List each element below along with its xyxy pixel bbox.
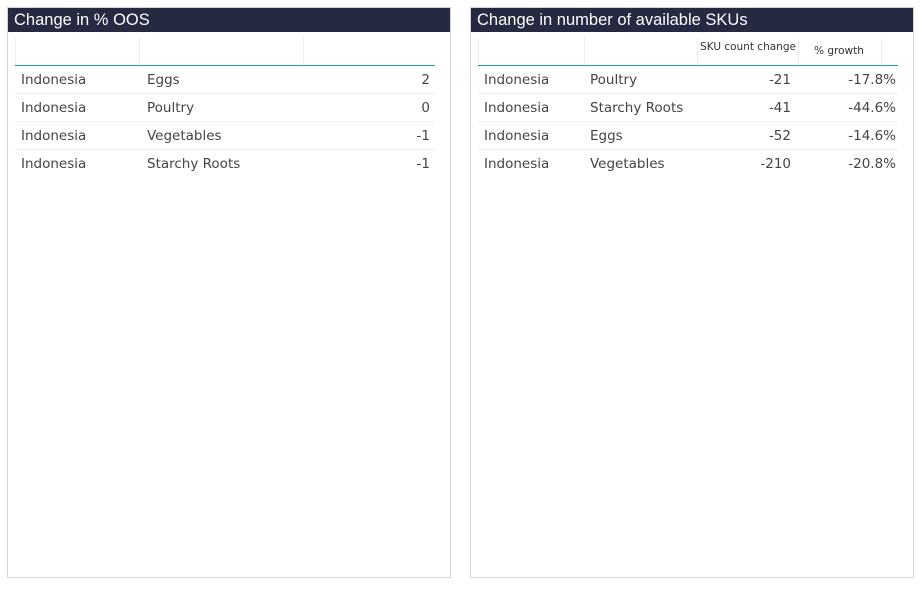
- category-cell: Poultry: [590, 72, 638, 88]
- country-cell: Indonesia: [21, 100, 87, 116]
- oos-table-header: [15, 38, 435, 66]
- category-cell: Eggs: [590, 128, 623, 144]
- growth-header[interactable]: % growth: [800, 44, 878, 59]
- sku-table: SKU count change % growth Indonesia Poul…: [478, 38, 898, 177]
- table-row[interactable]: Indonesia Poultry 0: [15, 94, 435, 122]
- sku-table-header: SKU count change % growth: [478, 38, 898, 66]
- country-cell: Indonesia: [484, 156, 550, 172]
- value-cell: -1: [416, 156, 430, 172]
- sku-change-cell: -41: [768, 100, 791, 116]
- country-cell: Indonesia: [484, 100, 550, 116]
- column-separator: [303, 38, 304, 65]
- table-row[interactable]: Indonesia Eggs 2: [15, 66, 435, 94]
- table-row[interactable]: Indonesia Starchy Roots -41 -44.6%: [478, 94, 898, 122]
- sku-change-cell: -52: [768, 128, 791, 144]
- category-cell: Eggs: [147, 72, 180, 88]
- growth-cell: -20.8%: [848, 156, 896, 172]
- column-separator: [139, 38, 140, 65]
- country-cell: Indonesia: [21, 128, 87, 144]
- sku-change-cell: -210: [760, 156, 791, 172]
- column-separator: [798, 38, 799, 65]
- oos-change-panel: Change in % OOS Indonesia Eggs 2 Indones…: [7, 7, 451, 578]
- oos-panel-title: Change in % OOS: [8, 8, 450, 32]
- table-row[interactable]: Indonesia Starchy Roots -1: [15, 150, 435, 177]
- growth-cell: -17.8%: [848, 72, 896, 88]
- category-cell: Poultry: [147, 100, 195, 116]
- sku-change-cell: -21: [768, 72, 791, 88]
- column-separator: [881, 38, 882, 65]
- table-row[interactable]: Indonesia Vegetables -1: [15, 122, 435, 150]
- value-cell: -1: [416, 128, 430, 144]
- oos-table: Indonesia Eggs 2 Indonesia Poultry 0 Ind…: [15, 38, 435, 177]
- category-cell: Starchy Roots: [147, 156, 241, 172]
- value-cell: 0: [421, 100, 430, 116]
- value-cell: 2: [421, 72, 430, 88]
- column-separator: [697, 38, 698, 65]
- table-row[interactable]: Indonesia Eggs -52 -14.6%: [478, 122, 898, 150]
- sku-change-panel: Change in number of available SKUs SKU c…: [470, 7, 914, 578]
- country-cell: Indonesia: [484, 72, 550, 88]
- column-separator: [478, 38, 479, 65]
- country-cell: Indonesia: [21, 156, 87, 172]
- column-separator: [584, 38, 585, 65]
- sku-count-change-header[interactable]: SKU count change: [700, 40, 796, 55]
- column-separator: [15, 38, 16, 65]
- growth-cell: -14.6%: [848, 128, 896, 144]
- category-cell: Starchy Roots: [590, 100, 684, 116]
- growth-cell: -44.6%: [848, 100, 896, 116]
- table-row[interactable]: Indonesia Poultry -21 -17.8%: [478, 66, 898, 94]
- country-cell: Indonesia: [484, 128, 550, 144]
- category-cell: Vegetables: [590, 156, 665, 172]
- category-cell: Vegetables: [147, 128, 222, 144]
- country-cell: Indonesia: [21, 72, 87, 88]
- table-row[interactable]: Indonesia Vegetables -210 -20.8%: [478, 150, 898, 177]
- sku-panel-title: Change in number of available SKUs: [471, 8, 913, 32]
